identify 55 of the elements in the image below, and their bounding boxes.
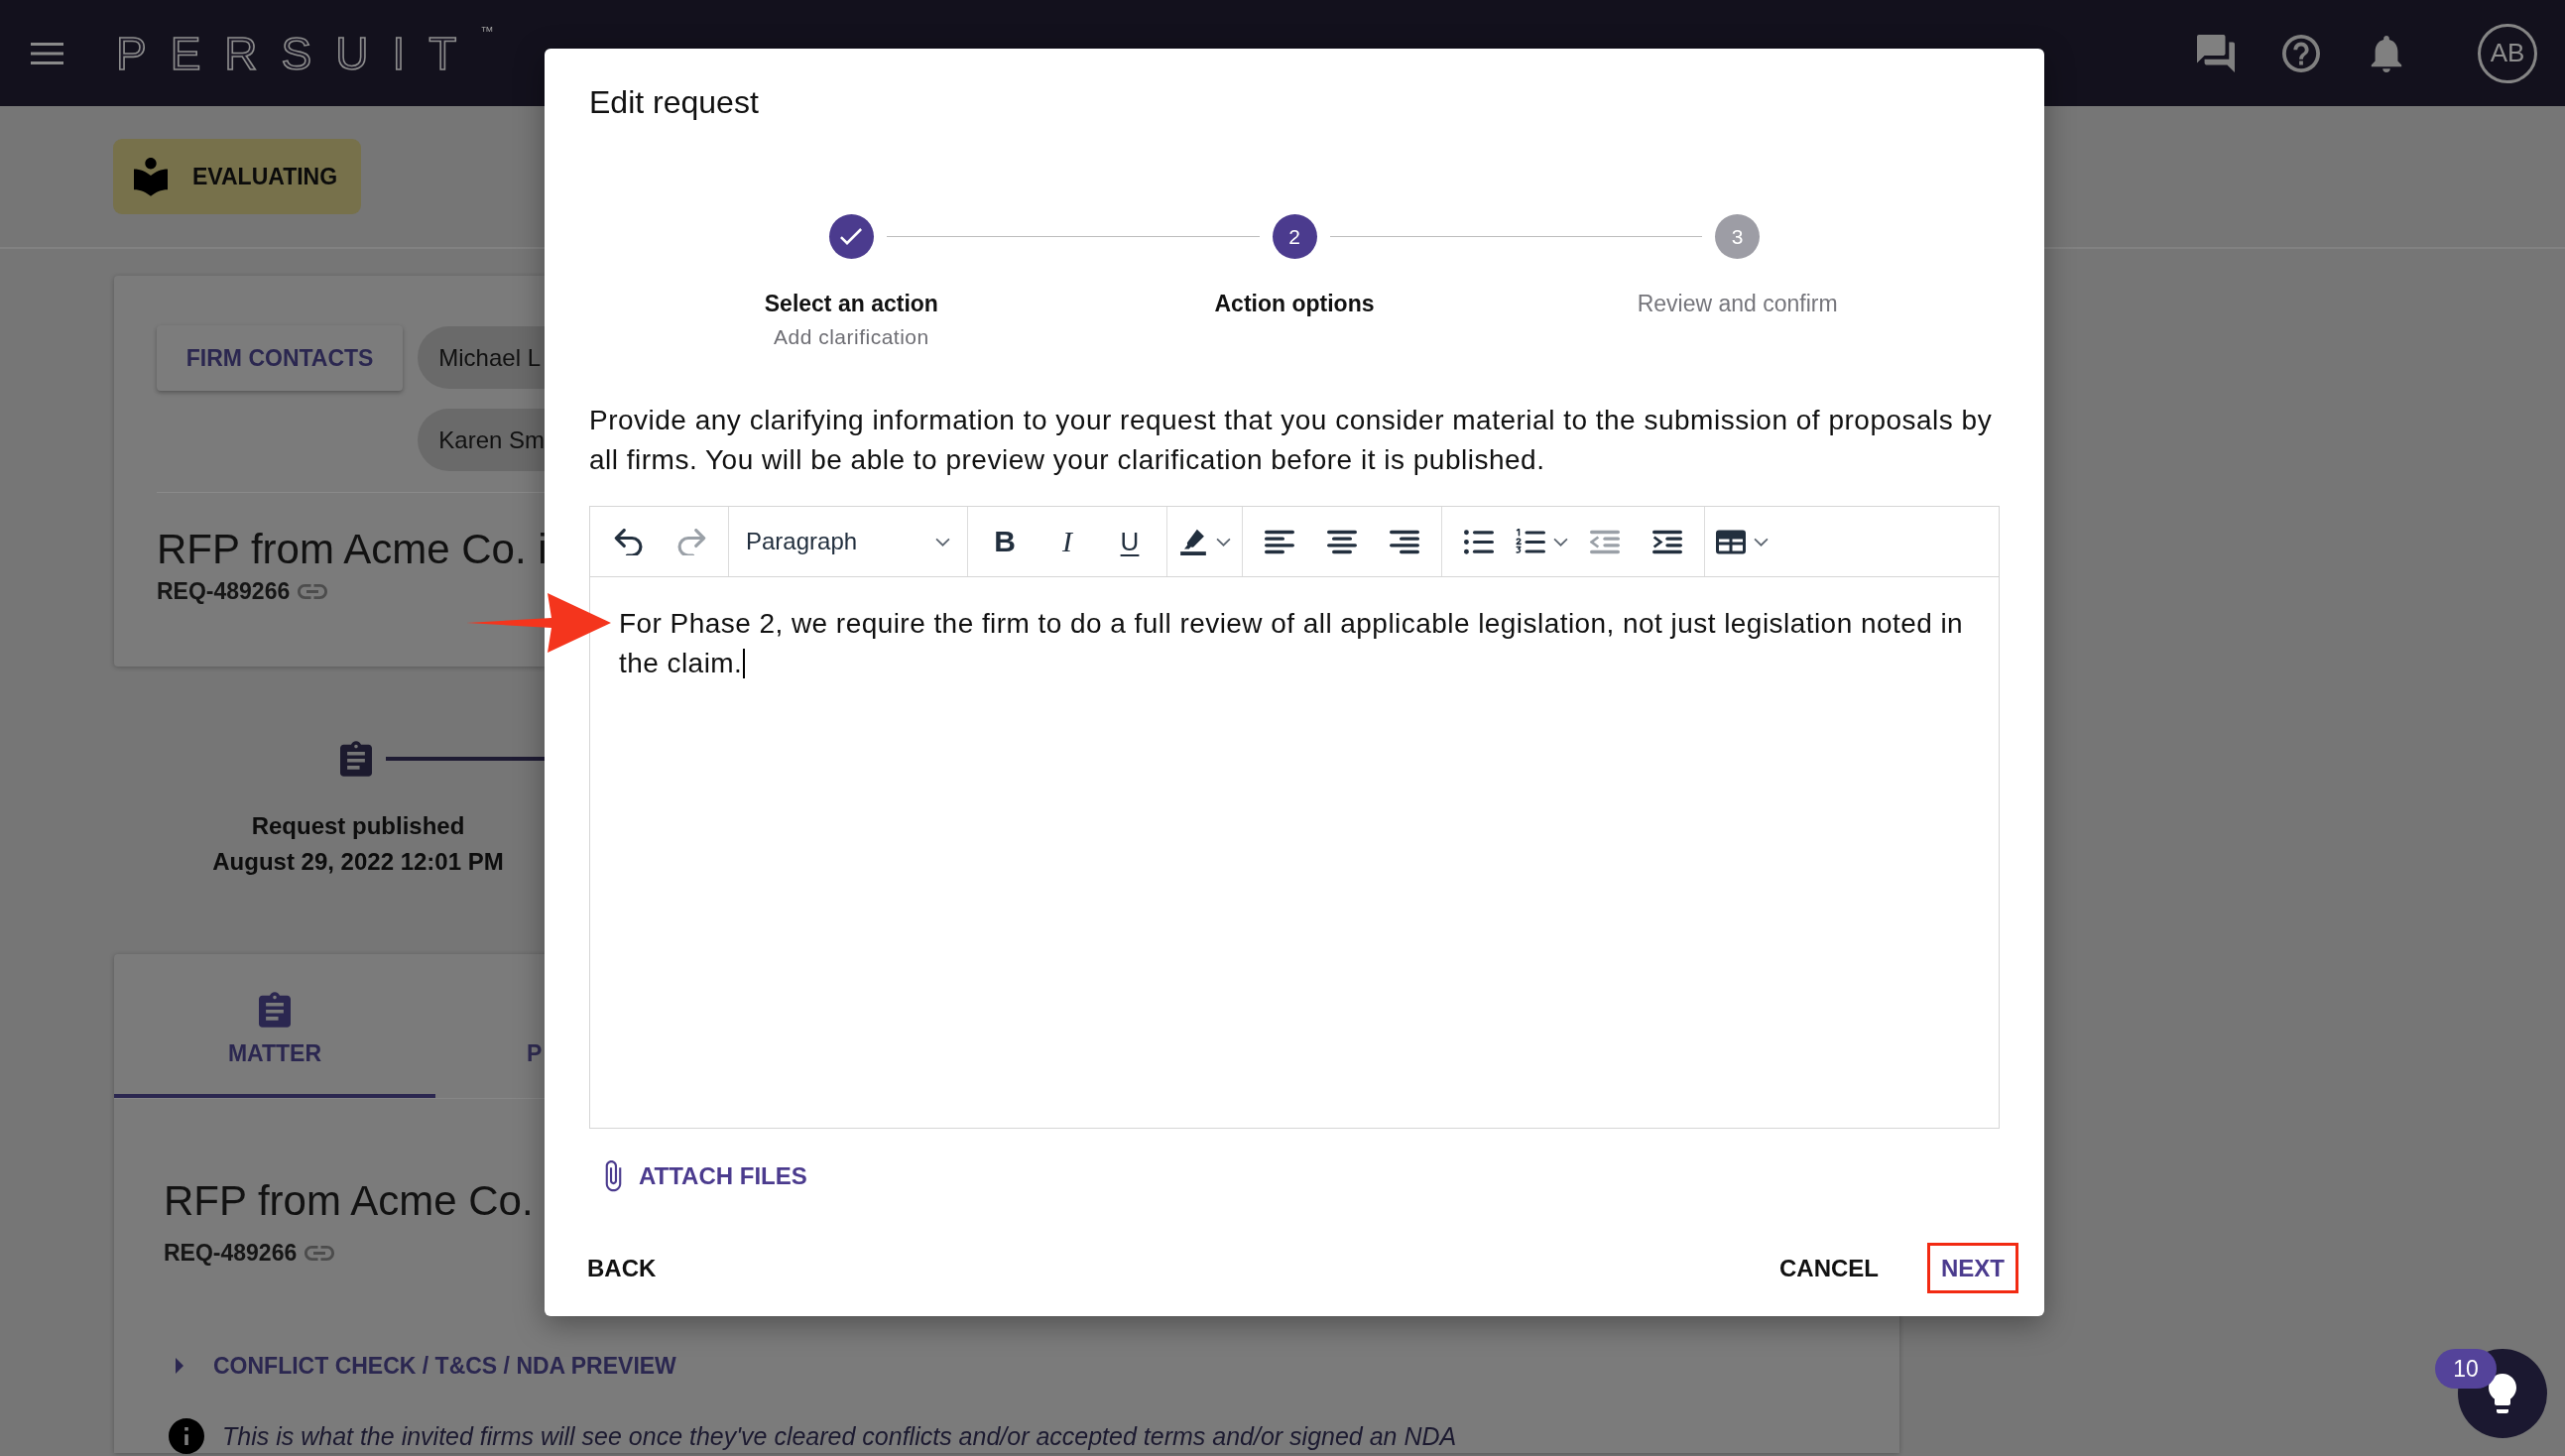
undo-icon [614, 528, 644, 555]
indent-icon [1652, 528, 1682, 555]
info-note: This is what the invited firms will see once they've cleared conflicts and/or accepted terms and/or signed an NDA [222, 1421, 1457, 1451]
timeline-event: Request published [250, 811, 466, 841]
chevron-down-icon [1754, 537, 1769, 546]
next-button[interactable]: NEXT [1927, 1243, 2018, 1293]
align-center-icon [1327, 528, 1357, 555]
menu-icon [31, 42, 63, 64]
avatar[interactable]: AB [2478, 23, 2537, 83]
clipboard-icon [259, 992, 291, 1028]
instructions-text: Provide any clarifying information to your request that you consider material to the submission of proposals by all firms. You will be able to preview your clarification before it is published. [589, 404, 1994, 477]
highlighter-icon [1178, 528, 1208, 555]
table-icon [1716, 528, 1746, 555]
chat-icon[interactable] [2197, 34, 2235, 72]
step-label: Action options [1214, 290, 1375, 317]
lightbulb-icon [2489, 1374, 2516, 1413]
request-id: REQ-489266 [164, 1239, 298, 1267]
chevron-down-icon [1216, 537, 1231, 546]
rich-text-editor[interactable]: Paragraph B I U For Phase 2, we require the firm to do a full review of all applicable legislation, not just legislation noted in the claim. [589, 506, 2000, 1129]
dialog-title: Edit request [589, 84, 760, 120]
underline-button[interactable]: U [1100, 516, 1160, 567]
chevron-down-icon [935, 537, 950, 546]
caret-right-icon[interactable] [176, 1358, 183, 1374]
bold-button[interactable]: B [975, 516, 1035, 567]
request-title: RFP from Acme Co. [164, 1176, 535, 1226]
clipboard-icon [340, 741, 372, 777]
timeline-date: August 29, 2022 12:01 PM [211, 847, 505, 877]
align-right-icon [1390, 528, 1419, 555]
step-detail: Add clarification [773, 324, 929, 350]
menu-button[interactable] [31, 42, 63, 64]
status-label: EVALUATING [192, 163, 338, 190]
bullet-list-icon [1464, 528, 1494, 555]
outdent-icon [1590, 528, 1620, 555]
back-button[interactable]: BACK [564, 1243, 679, 1293]
step-label: Select an action [764, 290, 938, 317]
cancel-button[interactable]: CANCEL [1757, 1243, 1901, 1293]
request-title: RFP from Acme Co. i [157, 525, 545, 574]
book-reader-icon [134, 157, 168, 196]
editor-text: For Phase 2, we require the firm to do a full review of all applicable legislation, not just legislation noted in the claim. [619, 608, 1964, 678]
redo-icon [676, 528, 706, 555]
align-left-icon [1265, 528, 1294, 555]
step-indicator: 2 [1272, 214, 1317, 259]
attach-files-button[interactable]: ATTACH FILES [605, 1160, 807, 1192]
info-icon [169, 1418, 204, 1454]
step-label: Review and confirm [1637, 290, 1838, 317]
paperclip-icon [605, 1160, 622, 1192]
check-icon [840, 228, 863, 245]
numbered-list-icon [1516, 528, 1545, 555]
help-icon[interactable] [2282, 34, 2320, 72]
italic-button[interactable]: I [1038, 516, 1097, 567]
request-id: REQ-489266 [157, 577, 291, 605]
step-indicator: 3 [1715, 214, 1761, 259]
count-badge: 10 [2435, 1349, 2497, 1389]
block-format-button[interactable]: Paragraph [736, 516, 960, 567]
chevron-down-icon [1553, 537, 1568, 546]
